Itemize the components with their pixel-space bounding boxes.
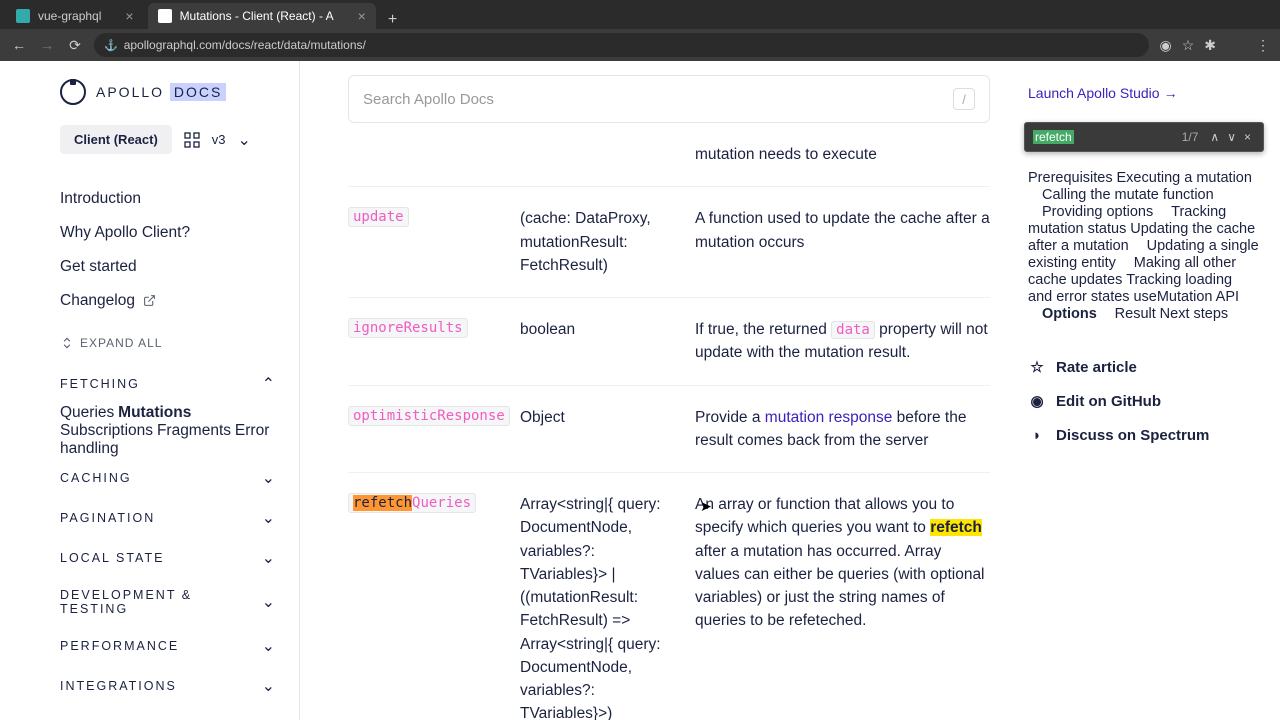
section-local-state-header[interactable]: LOCAL STATE ⌄ (60, 538, 275, 578)
logo-text: APOLLO DOCS (96, 84, 226, 100)
github-icon: ◉ (1028, 392, 1046, 410)
close-icon[interactable]: × (125, 8, 133, 24)
logo[interactable]: APOLLO DOCS (60, 79, 275, 105)
nav-get-started[interactable]: Get started (60, 250, 275, 284)
expand-icon (60, 336, 74, 350)
launch-studio-link[interactable]: Launch Apollo Studio → (1028, 85, 1260, 101)
spectrum-icon: ◗ (1028, 426, 1046, 444)
close-icon[interactable]: × (358, 8, 366, 24)
favicon (16, 9, 30, 23)
address-bar[interactable]: ⚓ apollographql.com/docs/react/data/muta… (94, 33, 1149, 57)
toc-options[interactable]: Options (1028, 300, 1097, 328)
extension-icon[interactable]: ◉ (1159, 37, 1171, 54)
nav-fragments[interactable]: Fragments (157, 414, 231, 447)
find-next-button[interactable]: ∨ (1223, 130, 1240, 144)
chevron-down-icon[interactable]: ⌄ (238, 130, 251, 150)
table-row: mutation needs to execute (348, 143, 990, 186)
options-table: mutation needs to execute update (cache:… (348, 143, 990, 720)
option-type: Object (520, 406, 695, 453)
table-row: ignoreResults boolean If true, the retur… (348, 297, 990, 385)
browser-tab[interactable]: vue-graphql × (6, 3, 144, 29)
url-text: apollographql.com/docs/react/data/mutati… (124, 38, 366, 52)
option-name: update (348, 207, 409, 227)
client-button[interactable]: Client (React) (60, 125, 172, 154)
option-name: ignoreResults (348, 318, 468, 338)
tab-title: Mutations - Client (React) - A (180, 9, 334, 23)
nav-why-apollo[interactable]: Why Apollo Client? (60, 216, 275, 250)
version-label: v3 (212, 132, 226, 147)
search-placeholder: Search Apollo Docs (363, 91, 494, 108)
toolbar-right: ◉ ☆ ✱ ⋮ (1159, 35, 1270, 55)
lock-icon: ⚓ (104, 39, 118, 52)
chevron-down-icon: ⌄ (262, 548, 275, 568)
profile-avatar[interactable] (1226, 35, 1246, 55)
option-desc: A function used to update the cache afte… (695, 207, 990, 277)
nav-introduction[interactable]: Introduction (60, 182, 275, 216)
favicon (158, 9, 172, 23)
browser-toolbar: ← → ⟳ ⚓ apollographql.com/docs/react/dat… (0, 29, 1280, 61)
client-selector: Client (React) v3 ⌄ (60, 125, 275, 154)
browser-tab[interactable]: Mutations - Client (React) - A × (148, 3, 376, 29)
menu-icon[interactable]: ⋮ (1256, 37, 1270, 54)
table-row: refetchQueries Array<string|{ query: Doc… (348, 472, 990, 720)
section-dev-testing-header[interactable]: DEVELOPMENT & TESTING ⌄ (60, 578, 275, 626)
main-content: Search Apollo Docs / mutation needs to e… (300, 61, 1020, 720)
tab-title: vue-graphql (38, 9, 101, 23)
chevron-up-icon: ⌃ (262, 374, 275, 394)
option-name: optimisticResponse (348, 406, 510, 426)
find-prev-button[interactable]: ∧ (1206, 130, 1223, 144)
left-sidebar: APOLLO DOCS Client (React) v3 ⌄ Introduc… (0, 61, 300, 720)
option-type: Array<string|{ query: DocumentNode, vari… (520, 493, 695, 720)
forward-button[interactable]: → (38, 37, 56, 53)
toc-result[interactable]: Result (1101, 300, 1156, 328)
option-desc: Provide a mutation response before the r… (695, 406, 990, 453)
mutation-response-link[interactable]: mutation response (765, 409, 893, 426)
find-close-button[interactable]: × (1240, 130, 1255, 144)
logo-icon (60, 79, 86, 105)
option-name: refetchQueries (348, 493, 476, 513)
right-sidebar: Launch Apollo Studio → Mutations Prerequ… (1020, 61, 1280, 720)
chevron-down-icon: ⌄ (262, 592, 275, 612)
chevron-down-icon: ⌄ (262, 676, 275, 696)
option-desc: An array or function that allows you to … (695, 493, 990, 720)
new-tab-button[interactable]: + (380, 11, 405, 29)
section-performance-header[interactable]: PERFORMANCE ⌄ (60, 626, 275, 666)
table-row: update (cache: DataProxy, mutationResult… (348, 186, 990, 297)
option-desc: If true, the returned data property will… (695, 318, 990, 365)
back-button[interactable]: ← (10, 37, 28, 53)
find-count: 1/7 (1182, 130, 1199, 144)
grid-icon[interactable] (184, 132, 200, 148)
option-type: boolean (520, 318, 695, 365)
chevron-down-icon: ⌄ (262, 636, 275, 656)
chevron-down-icon: ⌄ (262, 468, 275, 488)
table-row: optimisticResponse Object Provide a muta… (348, 385, 990, 473)
chevron-down-icon: ⌄ (262, 508, 275, 528)
find-in-page: refetch 1/7 ∧ ∨ × (1024, 122, 1264, 152)
find-query[interactable]: refetch (1033, 130, 1074, 144)
reload-button[interactable]: ⟳ (66, 37, 84, 54)
expand-all-button[interactable]: EXPAND ALL (60, 318, 275, 364)
browser-tabstrip: vue-graphql × Mutations - Client (React)… (0, 0, 1280, 29)
discuss-spectrum-button[interactable]: ◗ Discuss on Spectrum (1028, 418, 1260, 452)
section-integrations-header[interactable]: INTEGRATIONS ⌄ (60, 666, 275, 706)
search-input[interactable]: Search Apollo Docs / (348, 75, 990, 123)
arrow-right-icon: → (1164, 85, 1178, 101)
rate-article-button[interactable]: ☆ Rate article (1028, 350, 1260, 384)
nav-changelog[interactable]: Changelog (60, 284, 275, 318)
puzzle-icon[interactable]: ✱ (1204, 37, 1216, 54)
section-pagination-header[interactable]: PAGINATION ⌄ (60, 498, 275, 538)
edit-github-button[interactable]: ◉ Edit on GitHub (1028, 384, 1260, 418)
toc-next-steps[interactable]: Next steps (1160, 300, 1229, 328)
search-shortcut-key: / (953, 88, 975, 110)
star-icon[interactable]: ☆ (1182, 37, 1195, 54)
external-link-icon (143, 294, 156, 307)
star-icon: ☆ (1028, 358, 1046, 376)
option-type: (cache: DataProxy, mutationResult: Fetch… (520, 207, 695, 277)
